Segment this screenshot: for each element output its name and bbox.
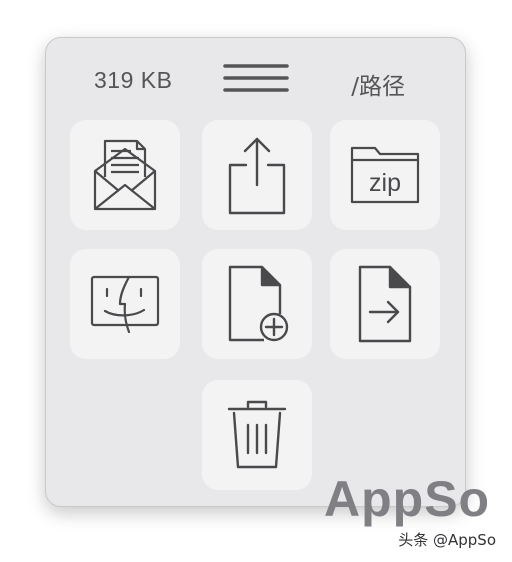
zip-folder-icon: zip <box>350 146 420 204</box>
file-size-label: 319 KB <box>94 67 173 93</box>
share-button[interactable] <box>202 120 312 230</box>
source-credit-watermark: 头条 @AppSo <box>398 531 496 549</box>
document-add-icon <box>228 265 289 342</box>
appso-watermark-logo: AppSo <box>324 471 491 527</box>
quick-actions-popover: 319 KB /路径 zip <box>45 37 466 507</box>
hamburger-menu-icon[interactable] <box>223 62 289 96</box>
trash-icon <box>227 400 287 469</box>
open-envelope-icon <box>93 139 157 211</box>
zip-icon-text: zip <box>369 169 401 197</box>
compress-zip-button[interactable]: zip <box>330 120 440 230</box>
delete-button[interactable] <box>202 380 312 490</box>
share-upload-icon <box>228 137 286 215</box>
mail-attachment-button[interactable] <box>70 120 180 230</box>
finder-face-icon <box>90 275 160 334</box>
new-file-button[interactable] <box>202 249 312 359</box>
path-label[interactable]: /路径 <box>351 67 405 101</box>
reveal-in-finder-button[interactable] <box>70 249 180 359</box>
move-file-button[interactable] <box>330 249 440 359</box>
document-arrow-icon <box>358 265 412 343</box>
